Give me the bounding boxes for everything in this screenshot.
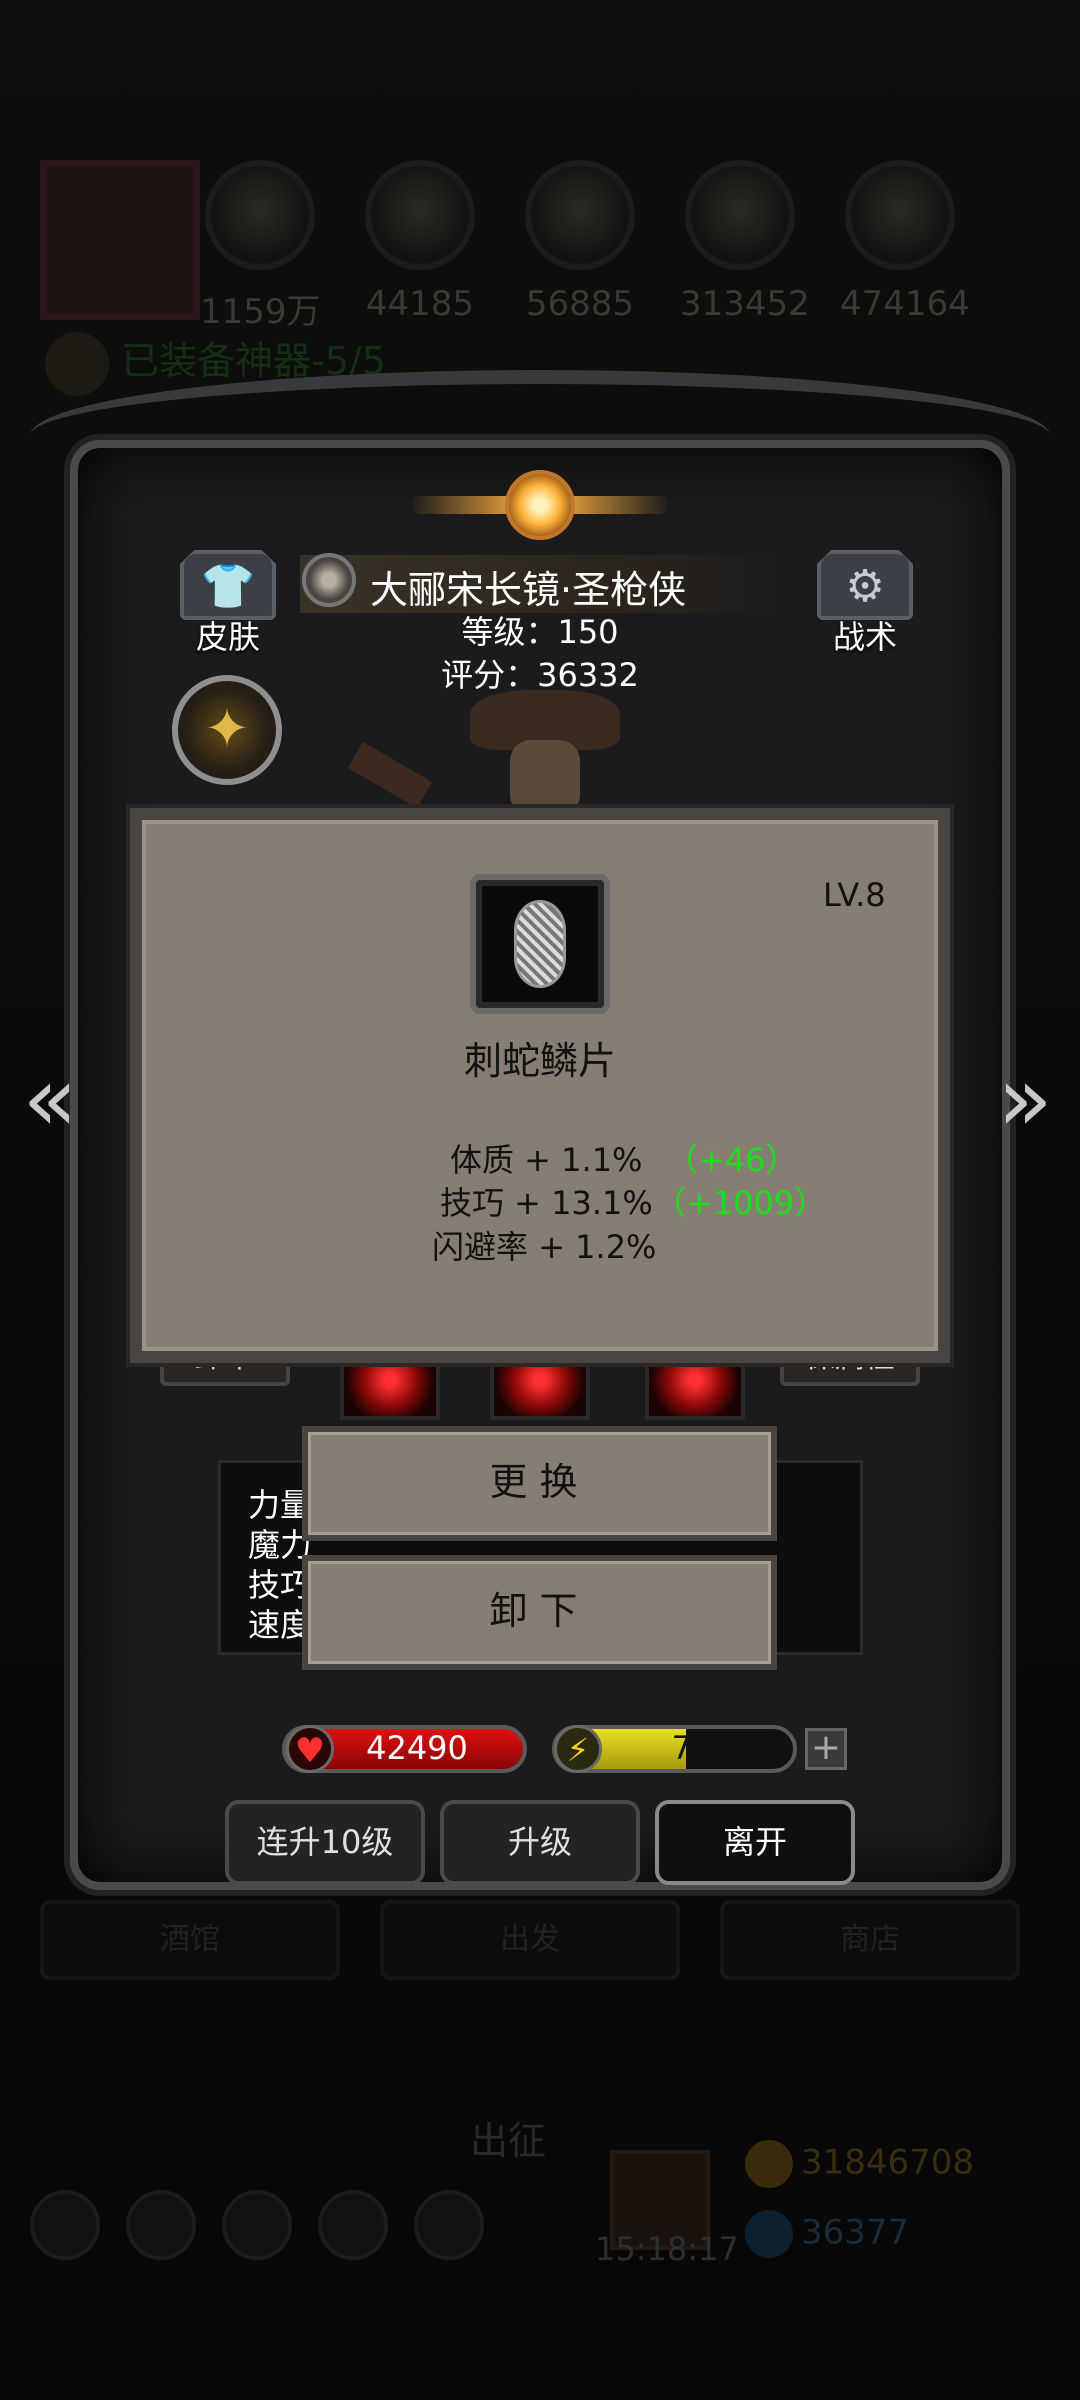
change-item-button[interactable]: 更换 [302, 1426, 777, 1541]
gem-icon [745, 2210, 793, 2258]
resource-ore-value: 44185 [365, 284, 475, 324]
quest-icon [45, 331, 109, 396]
power-icon [205, 160, 315, 270]
resource-iron-value: 474164 [840, 284, 970, 324]
gold-icon [745, 2140, 793, 2188]
gem-counter: 36377 [745, 2210, 909, 2258]
resource-power-value: 1159万 [200, 292, 321, 332]
resource-wood: 56885 [520, 160, 640, 324]
nav-icon-2 [126, 2190, 196, 2260]
rank-badge-icon [302, 553, 356, 607]
item-attr-constitution: 体质 + 1.1% [450, 1141, 643, 1179]
item-attr-skill: 技巧 + 13.1% [440, 1184, 653, 1222]
snake-scale-icon [514, 900, 566, 988]
nav-icon-1 [30, 2190, 100, 2260]
leave-button[interactable]: 离开 [655, 1800, 855, 1885]
next-arrow-icon[interactable]: » [990, 1050, 1060, 1150]
item-attr-constitution-bonus: （+46） [666, 1141, 798, 1179]
resource-iron: 474164 [840, 160, 970, 324]
resource-crystal-value: 313452 [680, 284, 810, 324]
item-attr-skill-bonus: （+1009） [654, 1184, 827, 1222]
unequip-item-button[interactable]: 卸下 [302, 1555, 777, 1670]
gold-value: 31846708 [801, 2142, 975, 2183]
item-attr-dodge: 闪避率 + 1.2% [432, 1228, 657, 1266]
item-name: 刺蛇鳞片 [463, 1039, 616, 1083]
sun-emblem-icon [410, 470, 670, 540]
add-energy-button[interactable]: + [805, 1728, 847, 1770]
resource-power: 1159万 [200, 160, 321, 333]
energy-value: 70 [671, 1729, 713, 1767]
bg-tab-shop: 商店 [720, 1900, 1020, 1980]
resource-bar: 1159万 44185 56885 313452 474164 [40, 160, 1050, 333]
nav-icon-4 [318, 2190, 388, 2260]
resource-ore: 44185 [360, 160, 480, 324]
hero-level: 等级：150 [461, 613, 619, 651]
crystal-icon [685, 160, 795, 270]
level-up-10-button[interactable]: 连升10级 [225, 1800, 425, 1885]
wood-icon [525, 160, 635, 270]
bg-tab-depart: 出发 [380, 1900, 680, 1980]
previous-arrow-icon[interactable]: « [15, 1050, 85, 1150]
resource-crystal: 313452 [680, 160, 810, 324]
class-emblem-icon[interactable]: ✦ [172, 675, 282, 785]
hp-value: 42490 [366, 1729, 468, 1767]
gold-counter: 31846708 [745, 2140, 974, 2188]
level-up-button[interactable]: 升级 [440, 1800, 640, 1885]
item-level: LV.8 [823, 876, 886, 914]
event-timer: 15:18:17 [595, 2230, 739, 2268]
hero-portrait [470, 690, 620, 810]
gem-value: 36377 [801, 2212, 910, 2253]
ore-icon [365, 160, 475, 270]
nav-icon-5 [414, 2190, 484, 2260]
resource-wood-value: 56885 [525, 284, 635, 324]
iron-icon [845, 160, 955, 270]
bg-tab-tavern: 酒馆 [40, 1900, 340, 1980]
hero-name: 大郦宋长镜·圣枪侠 [370, 568, 687, 612]
march-label: 出征 [470, 2119, 547, 2163]
nav-icon-3 [222, 2190, 292, 2260]
bottom-nav-icons [30, 2190, 550, 2270]
